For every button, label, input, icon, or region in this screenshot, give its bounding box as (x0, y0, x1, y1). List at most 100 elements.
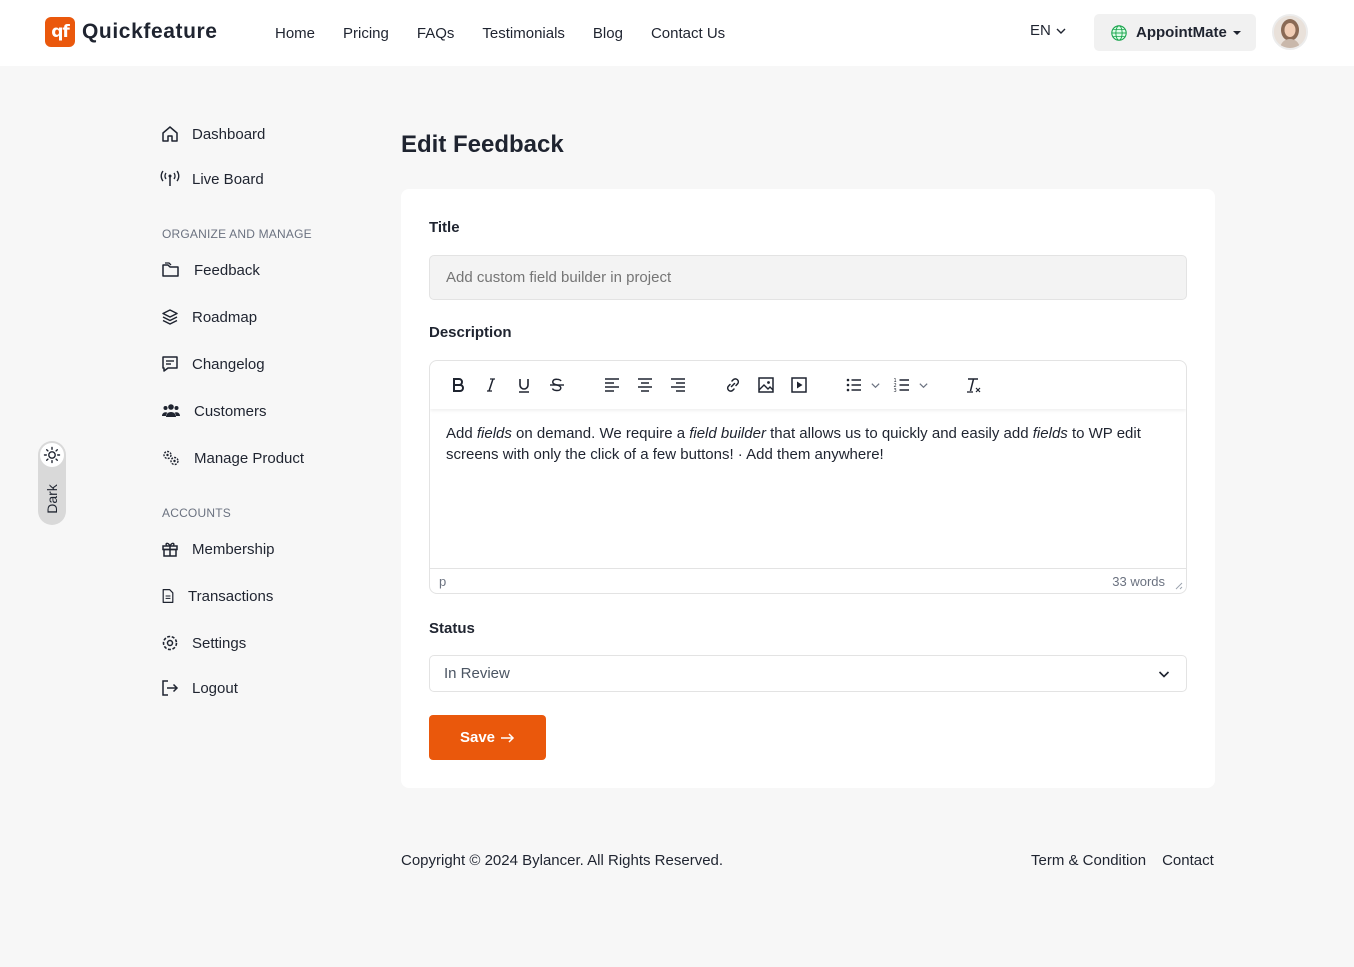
gear-icon (162, 635, 178, 651)
logo-mark: qf (45, 17, 75, 47)
sidebar-item-logout[interactable]: Logout (160, 678, 238, 698)
sidebar-item-manage-product[interactable]: Manage Product (160, 448, 304, 468)
media-icon (791, 377, 807, 393)
nav-faqs[interactable]: FAQs (417, 25, 455, 42)
bold-button[interactable] (448, 375, 468, 395)
numbered-list-dropdown[interactable] (916, 375, 930, 395)
strikethrough-button[interactable] (547, 375, 567, 395)
editor-status-bar: p 33 words (430, 568, 1186, 593)
bullet-list-dropdown[interactable] (868, 375, 882, 395)
editor-italic-text: fields (476, 425, 512, 442)
sidebar-item-customers[interactable]: Customers (160, 401, 267, 421)
file-icon (162, 589, 174, 603)
strikethrough-icon (550, 378, 564, 392)
dark-mode-label: Dark (44, 484, 60, 514)
sidebar-item-label: Settings (192, 634, 247, 652)
sidebar-item-live-board[interactable]: Live Board (160, 169, 264, 189)
image-icon (758, 377, 774, 393)
sidebar-item-label: Dashboard (192, 125, 266, 143)
numbered-list-button[interactable]: 123 (892, 375, 912, 395)
resize-handle-icon[interactable] (1173, 580, 1183, 590)
nav-pricing[interactable]: Pricing (343, 25, 389, 42)
main-nav: Home Pricing FAQs Testimonials Blog Cont… (275, 0, 753, 66)
align-right-button[interactable] (668, 375, 688, 395)
underline-button[interactable] (514, 375, 534, 395)
arrow-right-icon (501, 732, 515, 743)
footer-links: Term & Condition Contact (1031, 852, 1214, 869)
editor-italic-text: field builder (689, 425, 766, 442)
sun-icon (40, 443, 64, 467)
align-center-icon (638, 378, 652, 392)
logout-icon (162, 680, 179, 696)
nav-contact-us[interactable]: Contact Us (651, 25, 725, 42)
footer-link-terms[interactable]: Term & Condition (1031, 852, 1146, 869)
copyright-text: Copyright © 2024 Bylancer. All Rights Re… (401, 852, 724, 869)
save-button-label: Save (459, 729, 496, 746)
brand-name: Quickfeature (82, 20, 218, 43)
chevron-down-icon (870, 382, 880, 388)
clear-formatting-button[interactable] (963, 375, 983, 395)
numbered-list-icon: 123 (894, 378, 909, 394)
sidebar-item-transactions[interactable]: Transactions (160, 586, 273, 606)
sidebar-item-membership[interactable]: Membership (160, 539, 275, 559)
align-left-button[interactable] (602, 375, 622, 395)
caret-down-icon (1232, 30, 1241, 35)
edit-feedback-form: Title Description 123 Add fields on dema… (401, 189, 1215, 788)
workspace-switcher-button[interactable]: AppointMate (1094, 14, 1256, 51)
nav-blog[interactable]: Blog (593, 25, 623, 42)
users-icon (162, 404, 180, 417)
chevron-down-icon (1056, 28, 1066, 34)
insert-media-button[interactable] (789, 375, 809, 395)
language-label: EN (1030, 22, 1051, 39)
bullet-list-icon (846, 378, 861, 392)
underline-icon (519, 379, 529, 393)
workspace-name: AppointMate (1136, 24, 1227, 41)
page-title: Edit Feedback (401, 131, 564, 158)
element-path[interactable]: p (439, 574, 446, 589)
footer-link-contact[interactable]: Contact (1162, 852, 1214, 869)
status-select[interactable]: In Review (429, 655, 1187, 692)
editor-text: that allows us to quickly and easily add (765, 425, 1033, 442)
chevron-down-icon (1158, 671, 1170, 678)
insert-image-button[interactable] (756, 375, 776, 395)
svg-text:3: 3 (894, 388, 897, 394)
nav-home[interactable]: Home (275, 25, 315, 42)
description-label: Description (429, 324, 512, 341)
insert-link-button[interactable] (723, 375, 743, 395)
align-center-button[interactable] (635, 375, 655, 395)
editor-text: Add (446, 425, 477, 442)
sidebar-item-roadmap[interactable]: Roadmap (160, 307, 257, 327)
editor-content[interactable]: Add fields on demand. We require a field… (446, 423, 1170, 465)
sidebar-item-settings[interactable]: Settings (160, 633, 246, 653)
italic-button[interactable] (481, 375, 501, 395)
save-button[interactable]: Save (429, 715, 546, 760)
clear-formatting-icon (967, 378, 981, 393)
link-icon (726, 378, 740, 392)
title-input[interactable] (429, 255, 1187, 300)
brand-logo[interactable]: qf Quickfeature (45, 17, 218, 47)
sidebar-item-dashboard[interactable]: Dashboard (160, 124, 265, 144)
nav-testimonials[interactable]: Testimonials (482, 25, 565, 42)
dark-mode-toggle[interactable]: Dark (38, 441, 66, 525)
layers-icon (162, 309, 178, 325)
broadcast-icon (160, 170, 180, 186)
user-avatar[interactable] (1272, 14, 1308, 50)
bold-icon (453, 378, 464, 392)
language-selector[interactable]: EN (1030, 22, 1067, 39)
sidebar-section-heading: ACCOUNTS (162, 506, 231, 520)
chevron-down-icon (918, 382, 928, 388)
sidebar-item-changelog[interactable]: Changelog (160, 354, 265, 374)
sidebar-item-label: Customers (194, 402, 267, 420)
gift-icon (162, 542, 178, 557)
editor-toolbar: 123 (430, 361, 1186, 409)
avatar-portrait-icon (1274, 16, 1306, 48)
sidebar-item-label: Live Board (192, 170, 264, 188)
editor-italic-text: fields (1032, 425, 1068, 442)
sidebar-item-label: Feedback (194, 261, 260, 279)
bullet-list-button[interactable] (844, 375, 864, 395)
sidebar-item-feedback[interactable]: Feedback (160, 260, 260, 280)
sidebar-item-label: Membership (192, 540, 275, 558)
sidebar-section-heading: ORGANIZE AND MANAGE (162, 227, 312, 241)
title-label: Title (429, 219, 460, 236)
italic-icon (487, 378, 495, 392)
